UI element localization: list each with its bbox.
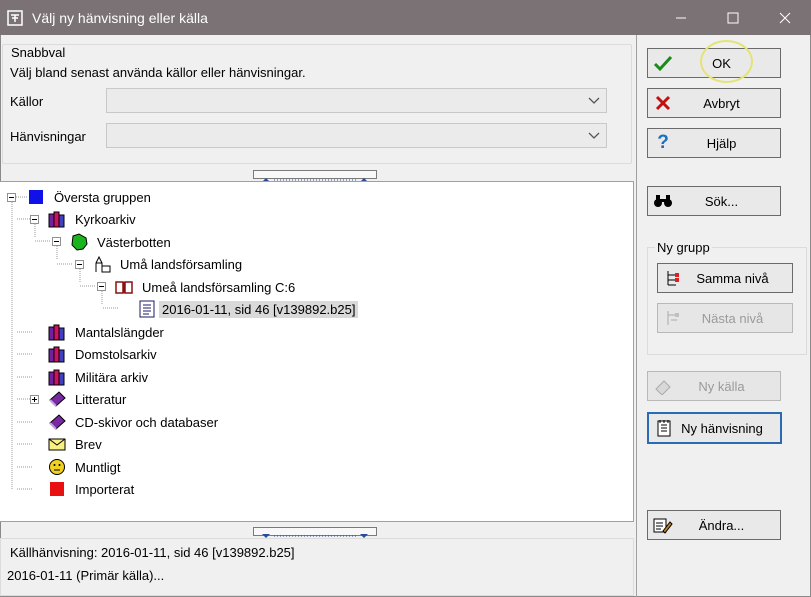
book-icon <box>115 278 133 296</box>
tree-node-reference-selected[interactable]: 2016-01-11, sid 46 [v139892.b25] <box>138 299 359 319</box>
tree-node-parish[interactable]: Umå landsförsamling <box>93 254 245 274</box>
same-level-button[interactable]: Samma nivå <box>657 263 793 293</box>
tree-node-military-archive[interactable]: Militära arkiv <box>48 367 151 387</box>
help-button[interactable]: ? Hjälp <box>647 128 781 158</box>
document-icon <box>138 300 156 318</box>
tree-next-level-icon <box>663 308 683 328</box>
close-window-button[interactable] <box>759 0 811 35</box>
cancel-button[interactable]: Avbryt <box>647 88 781 118</box>
top-splitter-handle[interactable] <box>253 170 377 182</box>
reference-info-line2: 2016-01-11 (Primär källa)... <box>7 568 165 583</box>
collapse-toggle[interactable] <box>30 215 39 224</box>
books-icon <box>48 345 66 363</box>
title-bar: Välj ny hänvisning eller källa <box>0 0 811 35</box>
maximize-button[interactable] <box>707 0 759 35</box>
window-title: Välj ny hänvisning eller källa <box>32 9 208 26</box>
reference-info-panel: Källhänvisning: 2016-01-11, sid 46 [v139… <box>0 538 634 596</box>
tree-node-imported[interactable]: Importerat <box>48 479 137 499</box>
bottom-splitter-handle[interactable] <box>253 527 377 538</box>
refs-label: Hänvisningar <box>10 129 86 144</box>
close-icon <box>779 12 791 23</box>
next-level-button[interactable]: Nästa nivå <box>657 303 793 333</box>
books-icon <box>48 368 66 386</box>
quick-select-description: Välj bland senast använda källor eller h… <box>10 65 306 80</box>
highlight-circle <box>700 40 753 83</box>
face-icon <box>48 458 66 476</box>
cross-icon <box>653 93 673 113</box>
tree-node-literature[interactable]: Litteratur <box>48 389 129 409</box>
collapse-toggle[interactable] <box>52 237 61 246</box>
tree-node-court-archive[interactable]: Domstolsarkiv <box>48 344 160 364</box>
purple-book-icon <box>48 413 66 431</box>
tree-node-top-group[interactable]: Översta gruppen <box>27 187 154 207</box>
collapse-toggle[interactable] <box>75 260 84 269</box>
purple-book-icon <box>48 390 66 408</box>
new-source-icon <box>653 376 673 396</box>
refs-combo[interactable] <box>106 123 607 148</box>
chevron-down-icon <box>588 97 600 104</box>
green-map-icon <box>70 233 88 251</box>
quick-select-legend: Snabbval <box>9 45 68 60</box>
church-icon <box>93 255 111 273</box>
tree-node-oral[interactable]: Muntligt <box>48 457 124 477</box>
question-icon: ? <box>657 132 669 153</box>
edit-document-icon <box>653 515 673 535</box>
edit-button[interactable]: Ändra... <box>647 510 781 540</box>
source-tree[interactable]: Översta gruppen Kyrkoarkiv Västerbotten … <box>0 181 634 522</box>
red-square-icon <box>48 480 66 498</box>
minimize-icon <box>676 17 686 18</box>
tree-node-vasterbotten[interactable]: Västerbotten <box>70 232 174 252</box>
tree-node-volume[interactable]: Umeå landsförsamling C:6 <box>115 277 298 297</box>
books-icon <box>48 323 66 341</box>
search-button[interactable]: Sök... <box>647 186 781 216</box>
sources-combo[interactable] <box>106 88 607 113</box>
collapse-toggle[interactable] <box>97 282 106 291</box>
collapse-toggle[interactable] <box>7 193 16 202</box>
sources-label: Källor <box>10 94 44 109</box>
tree-node-church-archive[interactable]: Kyrkoarkiv <box>48 209 139 229</box>
tree-node-tax-rolls[interactable]: Mantalslängder <box>48 322 167 342</box>
tree-node-cd-databases[interactable]: CD-skivor och databaser <box>48 412 221 432</box>
app-icon <box>7 9 23 26</box>
chevron-down-icon <box>588 132 600 139</box>
tree-node-letters[interactable]: Brev <box>48 434 105 454</box>
notepad-icon <box>654 418 674 438</box>
binoculars-icon <box>653 191 673 211</box>
tree-same-level-icon <box>663 268 683 288</box>
new-reference-button[interactable]: Ny hänvisning <box>647 412 782 444</box>
reference-info-line1: Källhänvisning: 2016-01-11, sid 46 [v139… <box>10 545 295 560</box>
new-source-button[interactable]: Ny källa <box>647 371 781 401</box>
new-group-label: Ny grupp <box>655 240 712 255</box>
books-icon <box>48 210 66 228</box>
expand-toggle[interactable] <box>30 395 39 404</box>
checkmark-icon <box>653 53 673 73</box>
envelope-icon <box>48 435 66 453</box>
blue-square-icon <box>27 188 45 206</box>
maximize-icon <box>727 12 739 23</box>
minimize-button[interactable] <box>655 0 707 35</box>
